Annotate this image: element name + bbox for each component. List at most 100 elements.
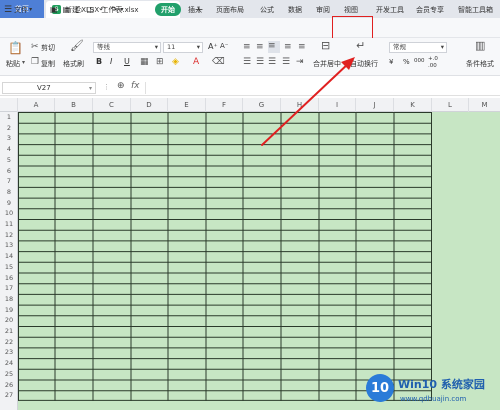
column-header[interactable]: C (93, 98, 131, 112)
wrap-text-button[interactable]: 自动换行 (350, 59, 378, 69)
row-header[interactable]: 22 (0, 337, 18, 348)
row-header[interactable]: 16 (0, 273, 18, 284)
menu-member[interactable]: 会员专享 (416, 0, 444, 19)
column-header[interactable]: B (55, 98, 93, 112)
row-header[interactable]: 13 (0, 240, 18, 251)
bold-button[interactable]: B (96, 57, 102, 66)
decrease-font-icon[interactable]: A⁻ (220, 42, 228, 50)
row-header[interactable]: 27 (0, 390, 18, 401)
thousands-button[interactable]: 000 (414, 58, 425, 64)
column-header[interactable]: L (432, 98, 469, 112)
currency-button[interactable]: ¥ (389, 58, 393, 66)
menu-file[interactable]: ☰ 文件 ▾ (4, 0, 32, 19)
align-left-icon[interactable]: ≡ (284, 42, 292, 52)
decrease-decimal-button[interactable]: .00 (428, 63, 437, 69)
font-size-select[interactable]: 11 ▾ (163, 42, 203, 53)
align-middle-icon[interactable]: ≡ (256, 42, 264, 52)
paste-button[interactable]: 粘贴 (6, 59, 20, 69)
redo-icon[interactable]: ↷ (111, 5, 118, 14)
fill-color-icon[interactable]: ◈ (172, 57, 179, 67)
select-all-corner[interactable] (0, 98, 18, 112)
conditional-format-button[interactable]: 条件格式 (466, 59, 494, 69)
justify-icon[interactable]: ☰ (282, 57, 290, 67)
row-header[interactable]: 7 (0, 176, 18, 187)
row-header[interactable]: 14 (0, 251, 18, 262)
font-color-icon[interactable]: A (193, 57, 199, 67)
menu-formula[interactable]: 公式 (260, 0, 274, 19)
row-header[interactable]: 8 (0, 187, 18, 198)
row-header[interactable]: 3 (0, 133, 18, 144)
column-header[interactable]: I (319, 98, 356, 112)
preview-icon[interactable]: ◫ (87, 5, 95, 14)
column-header[interactable]: D (131, 98, 168, 112)
row-header[interactable]: 15 (0, 262, 18, 273)
merge-center-button[interactable]: 合并居中 (313, 59, 341, 69)
text-center-icon[interactable]: ☰ (256, 57, 264, 67)
menu-developer[interactable]: 开发工具 (376, 0, 404, 19)
open-icon[interactable]: ▤ (63, 5, 71, 14)
undo-icon[interactable]: ↶ (99, 5, 106, 14)
column-header[interactable]: F (206, 98, 243, 112)
format-painter-button[interactable]: 格式刷 (63, 59, 84, 69)
row-header[interactable]: 12 (0, 230, 18, 241)
row-header[interactable]: 24 (0, 358, 18, 369)
column-header[interactable]: M (469, 98, 500, 112)
percent-button[interactable]: % (403, 58, 410, 66)
text-left-icon[interactable]: ☰ (243, 57, 251, 67)
indent-icon[interactable]: ⇥ (296, 57, 304, 67)
increase-font-icon[interactable]: A⁺ (208, 42, 218, 51)
row-header[interactable]: 23 (0, 347, 18, 358)
formula-input[interactable] (145, 82, 498, 94)
align-top-icon[interactable]: ≡ (243, 42, 251, 52)
menu-start[interactable]: 开始 (155, 3, 181, 16)
underline-button[interactable]: U (124, 57, 130, 66)
copy-button[interactable]: 复制 (41, 59, 55, 69)
save-icon[interactable]: ▣ (50, 5, 58, 14)
align-bottom-icon[interactable]: ≡ (268, 41, 280, 53)
column-header[interactable]: G (243, 98, 281, 112)
column-header[interactable]: E (168, 98, 206, 112)
column-header[interactable]: J (356, 98, 394, 112)
row-header[interactable]: 2 (0, 123, 18, 134)
column-header[interactable]: H (281, 98, 319, 112)
print-icon[interactable]: ⎙ (75, 5, 81, 15)
row-header[interactable]: 21 (0, 326, 18, 337)
name-box[interactable]: V27 ▾ (2, 82, 96, 94)
row-header[interactable]: 9 (0, 198, 18, 209)
menu-insert[interactable]: 插入 (188, 0, 202, 19)
merge-cells-icon[interactable]: ⊞ (156, 57, 164, 67)
border-icon[interactable]: ▦ (140, 57, 149, 67)
row-header[interactable]: 20 (0, 315, 18, 326)
number-format-select[interactable]: 常规 ▾ (389, 42, 447, 53)
chevron-down-icon[interactable]: ▾ (22, 58, 25, 68)
font-name-select[interactable]: 等线 ▾ (93, 42, 161, 53)
row-header[interactable]: 1 (0, 112, 18, 123)
align-center-icon[interactable]: ≡ (298, 42, 306, 52)
more-options-icon[interactable]: ⋮ (103, 82, 110, 92)
row-header[interactable]: 6 (0, 166, 18, 177)
clear-format-icon[interactable]: ⌫ (212, 57, 225, 67)
row-header[interactable]: 5 (0, 155, 18, 166)
row-header[interactable]: 11 (0, 219, 18, 230)
cut-button[interactable]: 剪切 (41, 43, 55, 53)
row-header[interactable]: 19 (0, 305, 18, 316)
menu-data[interactable]: 数据 (288, 0, 302, 19)
row-header[interactable]: 18 (0, 294, 18, 305)
increase-decimal-button[interactable]: +.0 (428, 56, 438, 62)
row-header[interactable]: 10 (0, 208, 18, 219)
row-header[interactable]: 17 (0, 283, 18, 294)
column-header[interactable]: K (394, 98, 432, 112)
chevron-down-icon[interactable]: ▾ (121, 6, 124, 13)
chevron-down-icon[interactable]: ▾ (89, 85, 92, 92)
row-header[interactable]: 25 (0, 369, 18, 380)
column-header[interactable]: A (18, 98, 55, 112)
italic-button[interactable]: I (110, 57, 112, 66)
paste-icon[interactable]: 📋 (8, 42, 23, 55)
menu-smart-tools[interactable]: 智能工具箱 (458, 0, 493, 19)
menu-review[interactable]: 审阅 (316, 0, 330, 19)
row-header[interactable]: 4 (0, 144, 18, 155)
text-right-icon[interactable]: ☰ (268, 57, 276, 67)
insert-function-button[interactable]: fx (131, 81, 140, 91)
row-header[interactable]: 26 (0, 380, 18, 391)
menu-page-layout[interactable]: 页面布局 (216, 0, 244, 19)
